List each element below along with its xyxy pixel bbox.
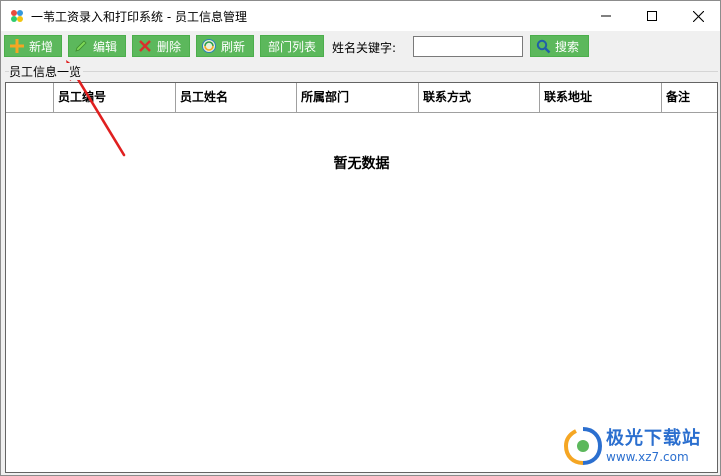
minimize-icon xyxy=(601,15,611,17)
refresh-button-label: 刷新 xyxy=(221,39,246,54)
plus-icon xyxy=(9,38,25,54)
watermark-swirl-icon xyxy=(563,427,603,465)
group-divider xyxy=(5,71,718,72)
close-icon xyxy=(692,10,704,22)
toolbar: 新增 编辑 删除 刷新 部门列表 姓名关键字: 搜索 xyxy=(1,31,720,61)
edit-button[interactable]: 编辑 xyxy=(68,35,126,57)
watermark-logo: 极光下载站 www.xz7.com xyxy=(560,420,720,472)
app-window: 一苇工资录入和打印系统 - 员工信息管理 新增 编辑 删除 刷新 部门列表 姓名… xyxy=(0,0,721,476)
column-header-employee-name[interactable]: 员工姓名 xyxy=(176,83,297,112)
search-button[interactable]: 搜索 xyxy=(530,35,589,57)
edit-button-label: 编辑 xyxy=(93,39,118,54)
title-bar: 一苇工资录入和打印系统 - 员工信息管理 xyxy=(1,1,720,31)
column-header-department[interactable]: 所属部门 xyxy=(297,83,419,112)
grid-header: 员工编号 员工姓名 所属部门 联系方式 联系地址 备注 xyxy=(6,83,717,113)
department-list-label: 部门列表 xyxy=(267,39,316,54)
maximize-button[interactable] xyxy=(629,1,675,31)
delete-button-label: 删除 xyxy=(157,39,182,54)
delete-button[interactable]: 删除 xyxy=(132,35,190,57)
column-header-employee-id[interactable]: 员工编号 xyxy=(54,83,176,112)
add-button-label: 新增 xyxy=(29,39,54,54)
maximize-icon xyxy=(647,11,657,21)
refresh-button[interactable]: 刷新 xyxy=(196,35,254,57)
close-button[interactable] xyxy=(675,1,721,31)
watermark-title: 极光下载站 xyxy=(606,428,701,449)
column-header-remarks[interactable]: 备注 xyxy=(662,83,717,112)
search-label: 姓名关键字: xyxy=(332,41,397,55)
search-button-label: 搜索 xyxy=(555,39,580,54)
window-title: 一苇工资录入和打印系统 - 员工信息管理 xyxy=(31,10,247,24)
column-header-contact[interactable]: 联系方式 xyxy=(419,83,540,112)
column-header-selector[interactable] xyxy=(6,83,54,112)
employee-grid[interactable]: 员工编号 员工姓名 所属部门 联系方式 联系地址 备注 暂无数据 xyxy=(5,82,718,473)
empty-state-text: 暂无数据 xyxy=(333,156,390,172)
department-list-button[interactable]: 部门列表 xyxy=(260,35,324,57)
add-button[interactable]: 新增 xyxy=(4,35,62,57)
minimize-button[interactable] xyxy=(583,1,629,31)
group-title: 员工信息一览 xyxy=(9,63,84,80)
name-keyword-input[interactable] xyxy=(413,36,523,57)
x-icon xyxy=(137,38,153,54)
app-icon xyxy=(11,10,23,22)
watermark-url: www.xz7.com xyxy=(606,450,689,464)
column-header-address[interactable]: 联系地址 xyxy=(540,83,662,112)
magnifier-icon xyxy=(535,38,551,54)
refresh-icon xyxy=(201,38,217,54)
pencil-icon xyxy=(73,38,89,54)
